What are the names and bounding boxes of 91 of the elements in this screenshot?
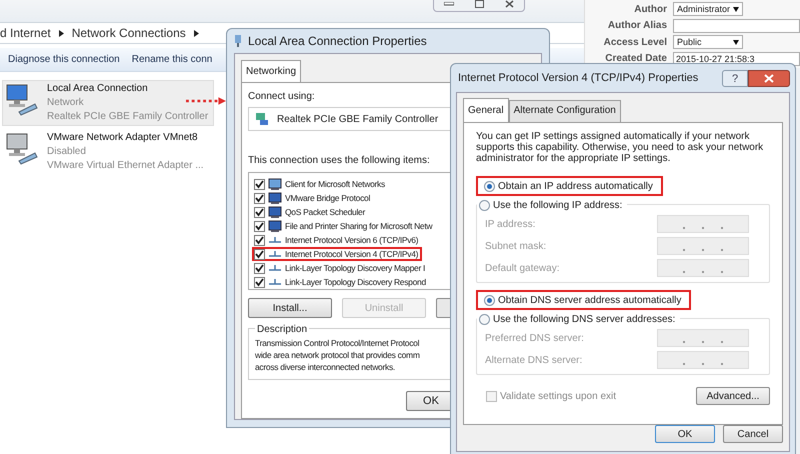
client-icon bbox=[268, 178, 282, 190]
close-icon[interactable] bbox=[504, 0, 514, 8]
connection-name: VMware Network Adapter VMnet8 bbox=[47, 131, 198, 145]
connection-status: Network bbox=[47, 96, 84, 110]
protocol-icon bbox=[268, 249, 282, 259]
ip-address-field[interactable] bbox=[657, 237, 749, 255]
window-title: Local Area Connection Properties bbox=[248, 33, 427, 50]
close-icon bbox=[764, 74, 774, 82]
dropdown[interactable]: Administrator bbox=[673, 2, 743, 16]
checkbox[interactable] bbox=[254, 206, 265, 218]
form-label: Created Date bbox=[604, 52, 667, 66]
checkbox[interactable] bbox=[254, 234, 265, 246]
protocol-icon bbox=[268, 263, 282, 273]
adapter-name: VMware Virtual Ethernet Adapter ... bbox=[47, 159, 204, 173]
tab[interactable]: Alternate Configuration bbox=[508, 100, 621, 122]
description-text: wide area network protocol that provides comm bbox=[255, 349, 420, 361]
checkbox[interactable] bbox=[254, 262, 265, 274]
connection-status: Disabled bbox=[47, 145, 86, 159]
ip-address-field[interactable] bbox=[657, 329, 749, 347]
network-plug-icon bbox=[234, 35, 242, 47]
maximize-icon[interactable] bbox=[474, 0, 484, 8]
checkbox[interactable] bbox=[254, 220, 265, 232]
field-label: Alternate DNS server: bbox=[485, 354, 582, 368]
form-label: Author bbox=[633, 2, 667, 17]
breadcrumb-item[interactable]: d Internet bbox=[0, 24, 51, 42]
form-label: Access Level bbox=[602, 36, 667, 50]
intro-text: You can get IP settings assigned automatically if your network supports this capability. Otherwise, you need to ask your network administrator for the appropriate IP settings. bbox=[476, 131, 764, 164]
network-computer-icon bbox=[5, 82, 39, 116]
help-button[interactable]: ? bbox=[722, 70, 748, 86]
checkbox[interactable] bbox=[254, 192, 265, 204]
list-item[interactable]: Internet Protocol Version 4 (TCP/IPv4) bbox=[252, 247, 422, 261]
list-item[interactable]: VMware Bridge Protocol bbox=[252, 191, 374, 205]
items-label: This connection uses the following items: bbox=[248, 154, 430, 168]
tab[interactable]: Networking bbox=[241, 60, 302, 82]
checkbox[interactable] bbox=[486, 390, 497, 402]
field-label: Subnet mask: bbox=[485, 240, 546, 254]
cancel-button[interactable]: Cancel bbox=[723, 425, 783, 443]
list-item[interactable]: File and Printer Sharing for Microsoft Netw bbox=[252, 219, 436, 233]
close-button[interactable] bbox=[748, 70, 790, 86]
radio-button[interactable] bbox=[484, 180, 495, 192]
caret-icon bbox=[733, 40, 739, 45]
radio-option[interactable]: Obtain an IP address automatically bbox=[476, 176, 663, 196]
protocol-icon bbox=[268, 235, 282, 245]
protocol-icon bbox=[268, 277, 282, 287]
ok-button[interactable]: OK bbox=[655, 425, 715, 443]
window-title: Internet Protocol Version 4 (TCP/IPv4) Properties bbox=[458, 70, 698, 86]
ip-address-field[interactable] bbox=[657, 215, 749, 233]
dotted-arrow bbox=[186, 97, 226, 105]
radio-button[interactable] bbox=[479, 200, 490, 211]
minimize-icon[interactable] bbox=[444, 2, 454, 6]
chevron-right-icon bbox=[58, 30, 64, 36]
advanced-button[interactable]: Advanced... bbox=[696, 387, 770, 405]
connection-name: Local Area Connection bbox=[47, 82, 148, 96]
list-item[interactable]: QoS Packet Scheduler bbox=[252, 205, 369, 219]
checkbox[interactable] bbox=[254, 178, 265, 190]
field-label: Preferred DNS server: bbox=[485, 332, 584, 346]
dialog-button[interactable]: Install... bbox=[248, 298, 332, 318]
network-computer-icon bbox=[5, 131, 39, 165]
field-label: Default gateway: bbox=[485, 262, 560, 276]
caret-icon bbox=[733, 6, 739, 12]
tab[interactable]: General bbox=[463, 98, 509, 122]
radio-button[interactable] bbox=[479, 314, 490, 325]
toolbar-button[interactable]: Diagnose this connection bbox=[8, 52, 120, 67]
list-item[interactable]: Link-Layer Topology Discovery Respond bbox=[252, 275, 430, 289]
checkbox[interactable] bbox=[254, 248, 265, 260]
ip-address-field[interactable] bbox=[657, 351, 749, 369]
list-item[interactable]: Internet Protocol Version 6 (TCP/IPv6) bbox=[252, 233, 422, 247]
checkbox-label: Validate settings upon exit bbox=[500, 390, 616, 404]
toolbar-button[interactable]: Rename this conn bbox=[132, 52, 212, 67]
radio-option[interactable]: Obtain DNS server address automatically bbox=[476, 290, 692, 310]
form-label: Author Alias bbox=[606, 19, 667, 34]
service-icon bbox=[268, 220, 282, 232]
service-icon bbox=[268, 192, 282, 204]
radio-button[interactable] bbox=[484, 294, 495, 306]
adapter-name: Realtek PCIe GBE Family Controller bbox=[47, 110, 208, 124]
service-icon bbox=[268, 206, 282, 218]
dropdown[interactable]: Public bbox=[673, 35, 743, 50]
description-text: Transmission Control Protocol/Internet Protocol bbox=[255, 337, 420, 349]
network-adapter-icon bbox=[255, 112, 269, 126]
description-text: across diverse interconnected networks. bbox=[255, 361, 395, 373]
chevron-right-icon bbox=[194, 30, 199, 36]
description-label: Description bbox=[255, 322, 310, 337]
text-field[interactable] bbox=[673, 18, 800, 33]
connection-item[interactable]: Local Area Connection Network Realtek PCIe GBE Family Controller bbox=[2, 80, 214, 126]
ip-address-field[interactable] bbox=[657, 259, 749, 277]
checkbox[interactable] bbox=[254, 276, 265, 288]
list-item[interactable]: Link-Layer Topology Discovery Mapper I bbox=[252, 261, 430, 275]
list-item[interactable]: Client for Microsoft Networks bbox=[252, 177, 389, 191]
connect-using-label: Connect using: bbox=[248, 90, 315, 104]
field-label: IP address: bbox=[485, 218, 536, 232]
breadcrumb-item[interactable]: Network Connections bbox=[72, 24, 186, 42]
